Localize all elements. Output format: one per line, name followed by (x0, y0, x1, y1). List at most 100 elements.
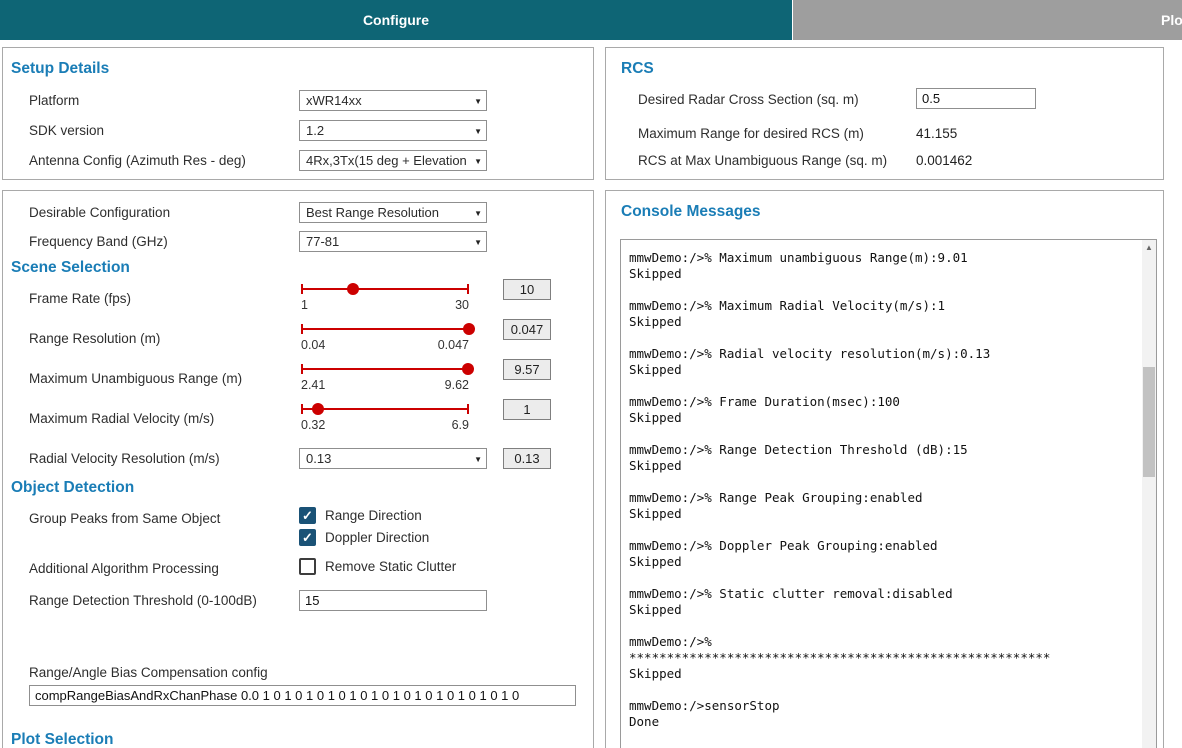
slider-track[interactable] (301, 288, 469, 290)
plot-selection-heading: Plot Selection (11, 731, 114, 748)
slider-handle[interactable] (463, 323, 475, 335)
doppler-direction-checkbox[interactable]: ✓ (299, 529, 316, 546)
frame-rate-slider[interactable]: 1 30 (301, 281, 469, 313)
console-line: ****************************************… (629, 650, 1051, 665)
desired-rcs-label: Desired Radar Cross Section (sq. m) (638, 92, 859, 107)
max-unambiguous-range-label: Maximum Unambiguous Range (m) (29, 371, 243, 386)
console-line: Skipped (629, 602, 682, 617)
range-detection-threshold-input[interactable] (299, 590, 487, 611)
range-direction-row: ✓ Range Direction (299, 507, 422, 524)
console-output[interactable]: mmwDemo:/>% Maximum unambiguous Range(m)… (620, 239, 1157, 748)
slider-min-tick (301, 324, 303, 334)
desirable-config-label: Desirable Configuration (29, 205, 171, 220)
mmwave-visualizer-app: Configure Plots Setup Details Platform x… (0, 0, 1182, 748)
slider-track[interactable] (301, 368, 469, 370)
console-panel: Console Messages mmwDemo:/>% Maximum una… (605, 190, 1164, 748)
slider-max-tick (467, 284, 469, 294)
chevron-down-icon: ▼ (474, 455, 482, 464)
doppler-direction-label: Doppler Direction (325, 530, 430, 545)
antenna-config-dropdown[interactable]: 4Rx,3Tx(15 deg + Elevation ▼ (299, 150, 487, 171)
top-tab-bar: Configure Plots (0, 0, 1182, 40)
range-resolution-label: Range Resolution (m) (29, 331, 161, 346)
console-line: Skipped (629, 266, 682, 281)
slider-min-label: 2.41 (301, 378, 326, 392)
slider-min-tick (301, 364, 303, 374)
slider-handle[interactable] (347, 283, 360, 295)
remove-static-clutter-checkbox[interactable] (299, 558, 316, 575)
bias-compensation-input[interactable] (29, 685, 576, 706)
sdk-version-value: 1.2 (306, 123, 325, 138)
chevron-down-icon: ▼ (474, 157, 482, 166)
radial-velocity-resolution-dropdown[interactable]: 0.13 ▼ (299, 448, 487, 469)
desired-rcs-input[interactable] (916, 88, 1036, 109)
scrollbar-thumb[interactable] (1143, 367, 1155, 477)
max-unambiguous-range-value: 9.57 (503, 359, 551, 380)
slider-track[interactable] (301, 408, 469, 410)
tab-plots[interactable]: Plots (793, 0, 1182, 40)
max-range-rcs-label: Maximum Range for desired RCS (m) (638, 126, 864, 141)
slider-max-label: 9.62 (444, 378, 469, 392)
console-line: mmwDemo:/>% Radial velocity resolution(m… (629, 346, 991, 361)
frequency-band-value: 77-81 (306, 234, 340, 249)
bias-compensation-label: Range/Angle Bias Compensation config (29, 665, 268, 680)
frame-rate-value: 10 (503, 279, 551, 300)
setup-details-panel: Setup Details Platform xWR14xx ▼ SDK ver… (2, 47, 594, 180)
configuration-panel: Desirable Configuration Best Range Resol… (2, 190, 594, 748)
console-line: Skipped (629, 362, 682, 377)
max-radial-velocity-slider[interactable]: 0.32 6.9 (301, 401, 469, 433)
console-line: Skipped (629, 458, 682, 473)
console-messages-title: Console Messages (621, 203, 761, 220)
range-direction-checkbox[interactable]: ✓ (299, 507, 316, 524)
console-line: mmwDemo:/>% Maximum unambiguous Range(m)… (629, 250, 968, 265)
rcs-panel: RCS Desired Radar Cross Section (sq. m) … (605, 47, 1164, 180)
additional-processing-label: Additional Algorithm Processing (29, 561, 219, 576)
tab-plots-label: Plots (1161, 12, 1182, 28)
frame-rate-label: Frame Rate (fps) (29, 291, 132, 306)
sdk-version-label: SDK version (29, 123, 105, 138)
slider-min-label: 1 (301, 298, 308, 312)
remove-static-clutter-label: Remove Static Clutter (325, 559, 457, 574)
sdk-version-dropdown[interactable]: 1.2 ▼ (299, 120, 487, 141)
tab-configure[interactable]: Configure (0, 0, 792, 40)
slider-handle[interactable] (461, 363, 474, 375)
chevron-down-icon: ▼ (474, 238, 482, 247)
platform-value: xWR14xx (306, 93, 362, 108)
console-scrollbar[interactable]: ▲ (1142, 240, 1156, 748)
group-peaks-label: Group Peaks from Same Object (29, 511, 221, 526)
console-lines: mmwDemo:/>% Maximum unambiguous Range(m)… (629, 250, 1138, 730)
desirable-config-dropdown[interactable]: Best Range Resolution ▼ (299, 202, 487, 223)
console-line: mmwDemo:/>% Frame Duration(msec):100 (629, 394, 900, 409)
range-resolution-slider[interactable]: 0.04 0.047 (301, 321, 475, 353)
platform-dropdown[interactable]: xWR14xx ▼ (299, 90, 487, 111)
frequency-band-dropdown[interactable]: 77-81 ▼ (299, 231, 487, 252)
slider-track[interactable] (301, 328, 469, 330)
scroll-up-arrow-icon[interactable]: ▲ (1142, 240, 1156, 254)
antenna-config-value: 4Rx,3Tx(15 deg + Elevation (306, 153, 467, 168)
slider-max-label: 0.047 (437, 338, 469, 352)
console-line: Skipped (629, 410, 682, 425)
console-line: Skipped (629, 506, 682, 521)
platform-label: Platform (29, 93, 80, 108)
console-line: Skipped (629, 666, 682, 681)
rcs-title: RCS (621, 60, 654, 77)
console-line: Done (629, 714, 660, 729)
range-direction-label: Range Direction (325, 508, 422, 523)
static-clutter-row: Remove Static Clutter (299, 558, 456, 575)
slider-max-label: 6.9 (451, 418, 469, 432)
tab-configure-label: Configure (362, 12, 430, 28)
chevron-down-icon: ▼ (474, 209, 482, 218)
slider-min-tick (301, 284, 303, 294)
rcs-at-max-range-label: RCS at Max Unambiguous Range (sq. m) (638, 153, 888, 168)
scene-selection-heading: Scene Selection (11, 259, 130, 276)
object-detection-heading: Object Detection (11, 479, 135, 496)
slider-min-label: 0.32 (301, 418, 326, 432)
console-line: mmwDemo:/>% Doppler Peak Grouping:enable… (629, 538, 938, 553)
max-unambiguous-range-slider[interactable]: 2.41 9.62 (301, 361, 474, 393)
frequency-band-label: Frequency Band (GHz) (29, 234, 168, 249)
radial-velocity-resolution-value: 0.13 (306, 451, 332, 466)
slider-handle[interactable] (312, 403, 325, 415)
